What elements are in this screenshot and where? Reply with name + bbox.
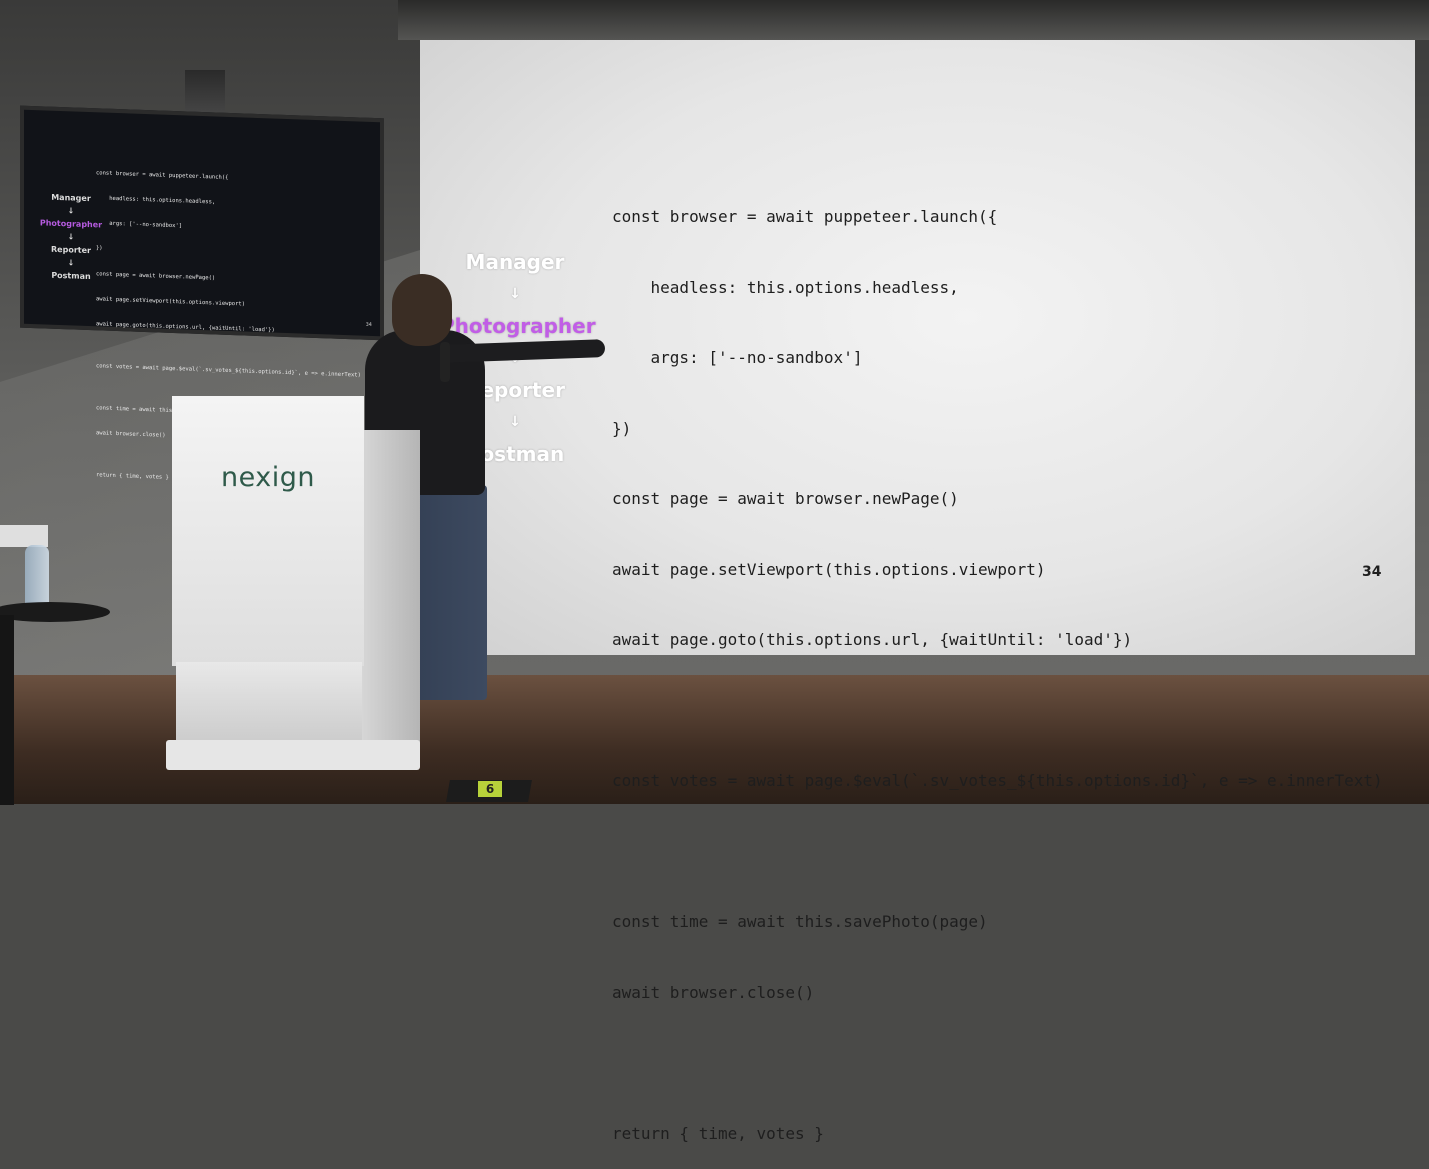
floor-marker-label: 6 [478,781,502,797]
code-line: const browser = await puppeteer.launch({ [612,207,998,226]
monitor-code-line: args: ['--no-sandbox'] [96,220,183,230]
podium-side [362,430,420,760]
monitor-pipeline-nav: Manager ↓ Photographer ↓ Reporter ↓ Post… [38,190,104,283]
monitor-mount [185,70,225,112]
projector-screen-frame [398,0,1429,40]
monitor-code-line [96,346,361,355]
monitor-code-line: headless: this.options.headless, [96,195,216,206]
code-line: return { time, votes } [612,1123,824,1143]
monitor-nav-step-postman: Postman [51,270,91,282]
nav-step-manager: Manager [465,250,565,274]
code-line: const page = await browser.newPage() [612,489,959,508]
podium-base [166,740,420,770]
code-line: const votes = await page.$eval(`.sv_vote… [612,771,1383,790]
monitor-code-line: const browser = await puppeteer.launch({ [96,170,229,181]
down-arrow-icon: ↓ [509,286,521,302]
code-line: await browser.close() [612,982,815,1002]
code-line: await page.goto(this.options.url, {waitU… [612,630,1133,649]
code-line: args: ['--no-sandbox'] [612,348,863,367]
confidence-monitor: Manager ↓ Photographer ↓ Reporter ↓ Post… [20,105,384,481]
podium [172,396,364,666]
podium-logo: nexign [221,462,315,493]
monitor-code-line: }) [96,245,103,252]
speaker-head [392,274,452,346]
monitor-code-line: await page.goto(this.options.url, {waitU… [96,321,275,334]
monitor-code-line: const votes = await page.$eval(`.sv_vote… [96,363,361,379]
slide-code-block: const browser = await puppeteer.launch({… [612,158,1383,1169]
monitor-page-number: 34 [365,321,372,328]
podium-lower-panel [176,662,362,748]
slide-page-number: 34 [1362,564,1382,580]
code-line: await page.setViewport(this.options.view… [612,559,1046,579]
monitor-code-line: const page = await browser.newPage() [96,270,216,282]
code-line: headless: this.options.headless, [612,277,959,297]
code-line: const time = await this.savePhoto(page) [612,912,988,931]
monitor-code-line: await page.setViewport(this.options.view… [96,296,246,308]
side-table-leg [0,615,14,805]
monitor-nav-step-photographer: Photographer [39,218,103,230]
code-line: }) [612,418,632,438]
table-cup [0,525,48,547]
microphone-icon [440,342,450,382]
